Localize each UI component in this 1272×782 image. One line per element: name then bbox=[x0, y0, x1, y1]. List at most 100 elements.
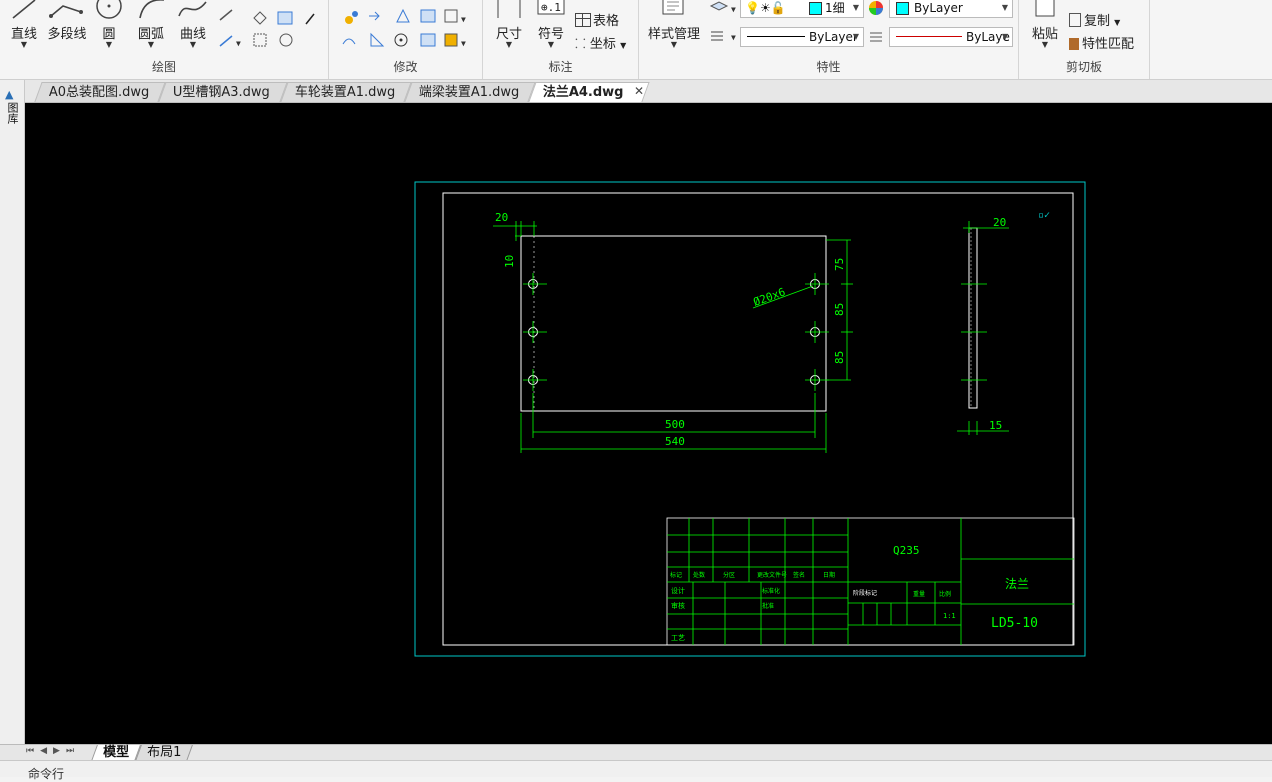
doc-tab[interactable]: 车轮装置A1.dwg bbox=[280, 82, 412, 102]
match-props-label: 特性匹配 bbox=[1082, 37, 1135, 52]
color-value: ByLayer bbox=[914, 1, 963, 15]
rev-header: 标记 bbox=[670, 571, 682, 579]
chevron-down-icon: ▼ bbox=[505, 40, 513, 49]
chevron-down-icon: ▼ bbox=[1114, 18, 1121, 27]
modify-tools-icons[interactable]: ▼ ▼ bbox=[337, 0, 487, 56]
rev-header: 处数 bbox=[693, 571, 705, 579]
model-layout-tabs: ⏮◀▶⏭ 模型 布局1 bbox=[0, 744, 1272, 761]
copy-icon bbox=[1069, 13, 1081, 27]
surface-finish-mark: ▫✓ bbox=[1038, 210, 1050, 221]
annotate-panel-title: 标注 bbox=[548, 60, 573, 74]
circle-button[interactable]: 圆 ▼ bbox=[92, 0, 126, 56]
library-icon: ▲ bbox=[5, 88, 14, 101]
row-label: 工艺 bbox=[671, 634, 685, 642]
dim-side-15: 15 bbox=[989, 419, 1002, 432]
weight-label: 重量 bbox=[913, 590, 925, 598]
chevron-down-icon: ▼ bbox=[620, 41, 627, 50]
layer-dropdown[interactable]: 💡☀🔓 1细 ▼ bbox=[740, 0, 864, 18]
close-tab-icon[interactable]: ✕ bbox=[634, 84, 644, 98]
doc-tab[interactable]: U型槽钢A3.dwg bbox=[158, 82, 288, 102]
linetype-dropdown[interactable]: ByLayer ▼ bbox=[740, 27, 864, 47]
dimension-button[interactable]: 尺寸 ▼ bbox=[491, 0, 527, 56]
svg-text:▼: ▼ bbox=[461, 15, 466, 24]
extra-label: 标准化 bbox=[762, 587, 780, 595]
part-name-text: 法兰 bbox=[1005, 577, 1029, 591]
modify-panel: ▼ ▼ 修改 bbox=[329, 0, 483, 79]
lineweight-dropdown[interactable]: ByLaye ▼ bbox=[889, 27, 1013, 47]
brush-icon bbox=[1069, 38, 1079, 50]
polyline-button[interactable]: 多段线 bbox=[44, 0, 90, 56]
chevron-down-icon: ▼ bbox=[20, 40, 28, 49]
tab-layout1[interactable]: 布局1 bbox=[135, 745, 194, 761]
properties-panel: 样式管理 ▼ ▼ ▼ 💡☀🔓 1细 ▼ ByLayer ▼ ByLayer ▼ bbox=[639, 0, 1019, 79]
arc-icon bbox=[139, 0, 164, 19]
circle-icon bbox=[96, 0, 122, 19]
dim-top-left: 20 bbox=[495, 211, 508, 224]
coordinate-icon: ⸬ bbox=[575, 37, 586, 52]
chevron-down-icon: ▼ bbox=[189, 40, 197, 49]
color-dropdown[interactable]: ByLayer ▼ bbox=[889, 0, 1013, 18]
arc-button[interactable]: 圆弧 ▼ bbox=[132, 0, 170, 56]
dimension-icon bbox=[497, 0, 521, 18]
polyline-icon bbox=[49, 5, 83, 18]
draw-tools-icons[interactable]: ▼ bbox=[216, 0, 316, 56]
curve-icon bbox=[178, 1, 207, 17]
tab-model[interactable]: 模型 bbox=[91, 745, 141, 761]
dim-hole-spec: Ø20x6 bbox=[752, 285, 788, 309]
color-wheel-icon[interactable] bbox=[867, 0, 885, 17]
coordinate-label: 坐标 bbox=[589, 37, 616, 52]
drawing-no-text: LD5-10 bbox=[991, 616, 1038, 631]
command-prompt: 命令行 bbox=[28, 767, 65, 781]
doc-tab[interactable]: A0总装配图.dwg bbox=[34, 82, 166, 102]
symbol-icon: ⊕.1 bbox=[537, 0, 565, 15]
sheet-outer-frame bbox=[414, 181, 1086, 657]
draw-panel-title: 绘图 bbox=[151, 60, 176, 74]
table-button[interactable]: 表格 bbox=[575, 10, 619, 29]
dim-left-side: 10 bbox=[503, 255, 516, 268]
material-text: Q235 bbox=[893, 544, 920, 557]
line-button[interactable]: 直线 ▼ bbox=[6, 0, 42, 56]
dim-75: 75 bbox=[833, 258, 846, 271]
match-props-button[interactable]: 特性匹配 bbox=[1069, 33, 1134, 52]
dim-540: 540 bbox=[665, 435, 685, 448]
doc-tab-active[interactable]: 法兰A4.dwg bbox=[528, 82, 650, 102]
polyline-label: 多段线 bbox=[47, 27, 87, 42]
table-icon bbox=[575, 13, 591, 27]
copy-button[interactable]: 复制 ▼ bbox=[1069, 10, 1120, 29]
dim-85a: 85 bbox=[833, 303, 846, 316]
copy-label: 复制 bbox=[1084, 14, 1111, 29]
chevron-down-icon: ▼ bbox=[1001, 32, 1008, 41]
scale-label: 比例 bbox=[939, 590, 951, 598]
clipboard-panel: 粘贴 ▼ 复制 ▼ 特性匹配 剪切板 bbox=[1019, 0, 1150, 79]
scale-value: 1:1 bbox=[943, 612, 956, 620]
rev-header: 日期 bbox=[823, 571, 835, 579]
drawing-canvas[interactable]: ▫✓ 20 10 Ø20x6 75 85 85 500 540 20 15 Q2… bbox=[25, 103, 1272, 744]
doc-tab[interactable]: 端梁装置A1.dwg bbox=[404, 82, 536, 102]
dimension-texts: 20 10 Ø20x6 75 85 85 500 540 20 15 bbox=[495, 211, 1006, 448]
row-label: 设计 bbox=[671, 586, 685, 595]
table-label: 表格 bbox=[593, 14, 620, 29]
color-swatch bbox=[896, 2, 909, 15]
chevron-down-icon: ▼ bbox=[852, 3, 859, 12]
modify-panel-title: 修改 bbox=[393, 60, 418, 74]
symbol-button[interactable]: ⊕.1 符号 ▼ bbox=[533, 0, 569, 56]
curve-button[interactable]: 曲线 ▼ bbox=[174, 0, 212, 56]
coordinate-button[interactable]: ⸬ 坐标 ▼ bbox=[575, 33, 626, 52]
dim-500: 500 bbox=[665, 418, 685, 431]
library-strip[interactable]: ▲ 图库 bbox=[0, 80, 25, 745]
rev-header: 更改文件号 bbox=[757, 571, 787, 579]
chevron-down-icon: ▼ bbox=[1041, 40, 1049, 49]
paste-button[interactable]: 粘贴 ▼ bbox=[1027, 0, 1063, 56]
row-label: 审核 bbox=[671, 601, 685, 610]
dim-85b: 85 bbox=[833, 351, 846, 364]
annotate-panel: 尺寸 ▼ ⊕.1 符号 ▼ 表格 ⸬ 坐标 ▼ 标注 bbox=[483, 0, 639, 79]
linetype-value: ByLayer bbox=[809, 30, 858, 44]
chevron-down-icon: ▼ bbox=[1001, 3, 1008, 12]
command-line[interactable]: 命令行 bbox=[0, 760, 1272, 781]
draw-panel: 直线 ▼ 多段线 圆 ▼ 圆弧 ▼ 曲线 ▼ ▼ 绘图 bbox=[0, 0, 329, 79]
tab-nav-arrows[interactable]: ⏮◀▶⏭ bbox=[26, 746, 80, 756]
plate-side-view bbox=[957, 221, 1009, 435]
drawing-svg[interactable]: ▫✓ 20 10 Ø20x6 75 85 85 500 540 20 15 Q2… bbox=[25, 103, 1272, 744]
chevron-down-icon: ▼ bbox=[852, 32, 859, 41]
style-manager-button[interactable]: 样式管理 ▼ bbox=[643, 0, 705, 56]
